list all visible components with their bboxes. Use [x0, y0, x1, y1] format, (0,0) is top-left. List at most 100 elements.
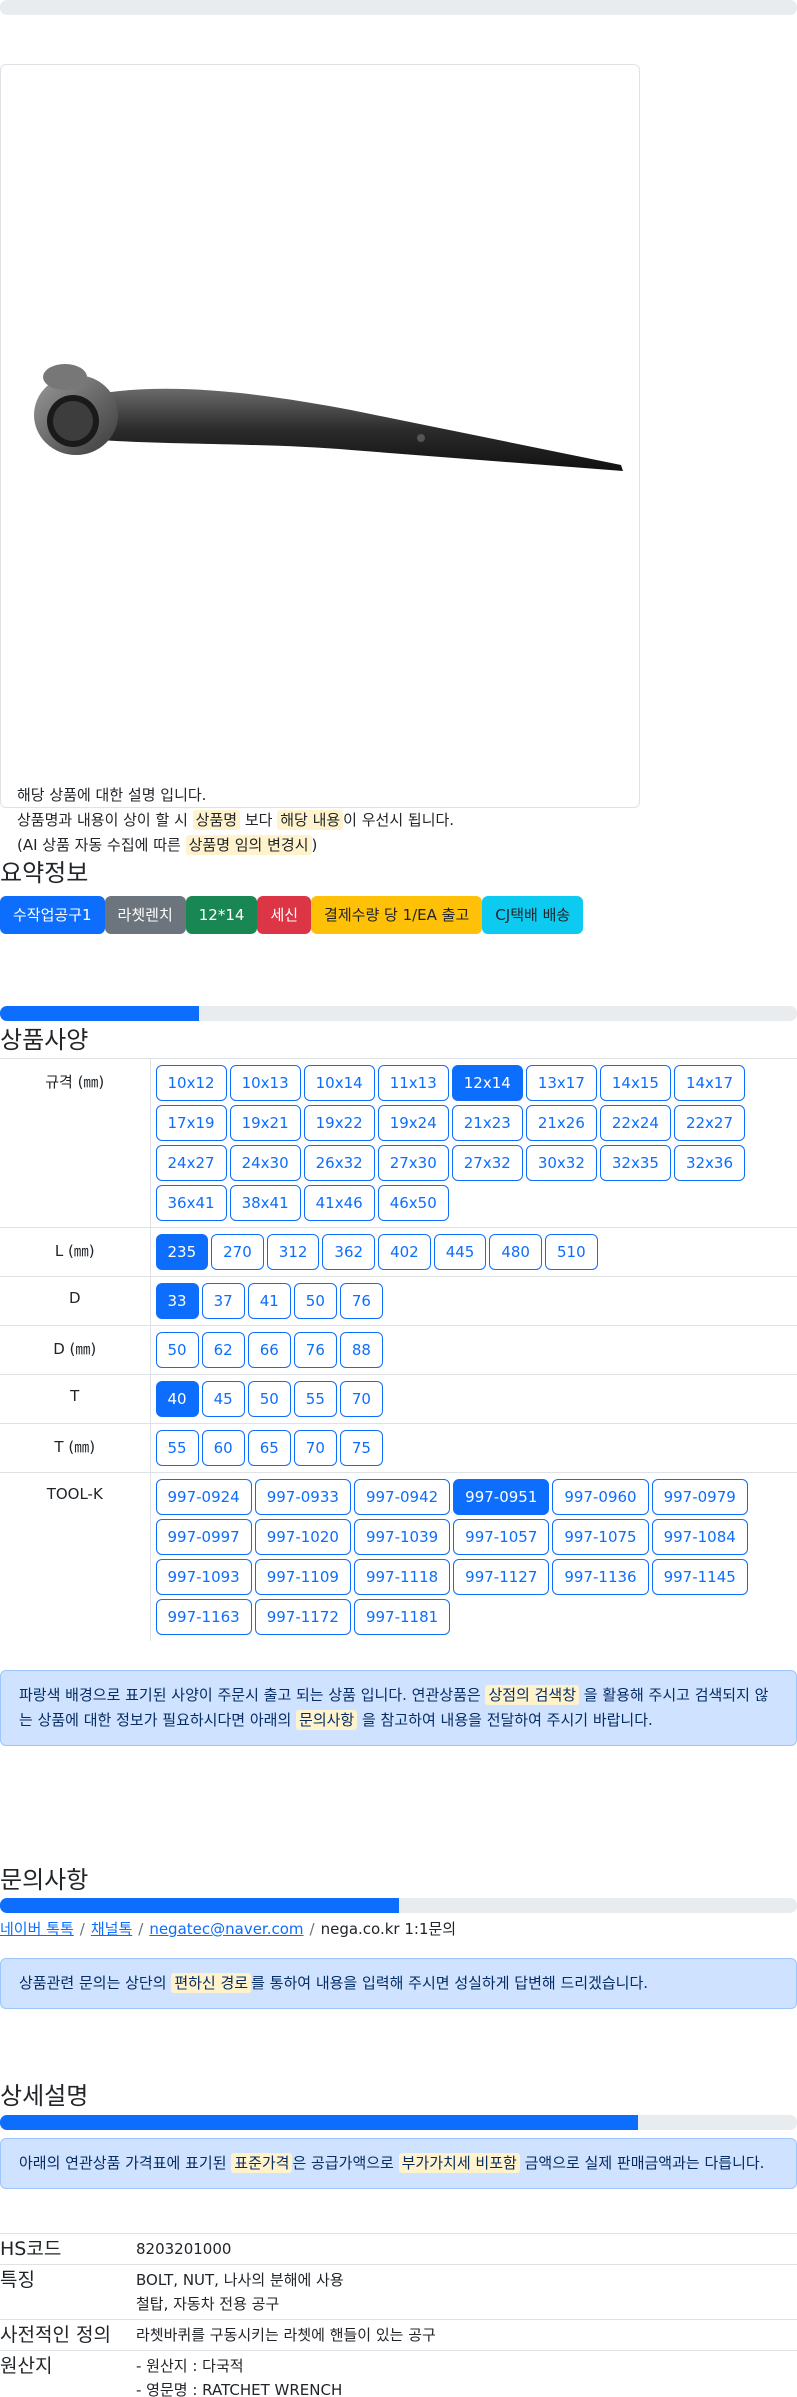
- spec-option-button[interactable]: 997-0997: [155, 1519, 252, 1555]
- spec-option-button[interactable]: 997-1084: [651, 1519, 748, 1555]
- spec-option-button[interactable]: 75: [339, 1430, 383, 1466]
- spec-title: 상품사양: [0, 1026, 89, 1054]
- spec-option-button[interactable]: 50: [247, 1381, 291, 1417]
- spec-option-button[interactable]: 88: [339, 1332, 383, 1368]
- spec-option-button[interactable]: 17x19: [155, 1105, 227, 1141]
- spec-option-button[interactable]: 41x46: [303, 1185, 375, 1221]
- spec-option-button[interactable]: 997-1145: [651, 1559, 748, 1595]
- spec-option-button[interactable]: 997-1057: [453, 1519, 550, 1555]
- spec-notice: 파랑색 배경으로 표기된 사양이 주문시 출고 되는 상품 입니다. 연관상품은…: [0, 1670, 797, 1746]
- inquiry-link[interactable]: negatec@naver.com: [149, 1920, 303, 1938]
- spec-option-button[interactable]: 11x13: [377, 1065, 449, 1101]
- spec-option-button[interactable]: 997-1093: [155, 1559, 252, 1595]
- inquiry-link[interactable]: 채널톡: [91, 1920, 132, 1938]
- spec-option-button[interactable]: 997-1127: [453, 1559, 550, 1595]
- spec-option-button[interactable]: 22x24: [599, 1105, 671, 1141]
- spec-option-button[interactable]: 997-1118: [353, 1559, 451, 1595]
- spec-option-button[interactable]: 10x13: [229, 1065, 301, 1101]
- info-row: 사전적인 정의 라쳇바퀴를 구동시키는 라쳇에 핸들이 있는 공구: [0, 2319, 797, 2351]
- spec-option-button[interactable]: 997-1181: [353, 1599, 451, 1635]
- spec-option-button[interactable]: 33: [155, 1283, 199, 1319]
- spec-option-button[interactable]: 45: [201, 1381, 245, 1417]
- summary-badge: 세신: [257, 896, 312, 934]
- detail-title: 상세설명: [0, 2082, 89, 2110]
- spec-option-button[interactable]: 312: [266, 1234, 320, 1270]
- spec-option-button[interactable]: 997-0951: [453, 1479, 550, 1515]
- spec-option-button[interactable]: 46x50: [377, 1185, 449, 1221]
- spec-option-button[interactable]: 24x27: [155, 1145, 227, 1181]
- highlight-text: 해당 내용: [277, 810, 344, 830]
- spec-option-button[interactable]: 21x23: [451, 1105, 523, 1141]
- spec-option-button[interactable]: 19x21: [229, 1105, 301, 1141]
- highlight-text: 표준가격: [231, 2153, 293, 2173]
- spec-option-button[interactable]: 997-1172: [254, 1599, 351, 1635]
- breadcrumb-separator: /: [309, 1920, 315, 1938]
- spec-option-button[interactable]: 27x30: [377, 1145, 449, 1181]
- spec-option-button[interactable]: 66: [247, 1332, 291, 1368]
- spec-option-button[interactable]: 235: [155, 1234, 209, 1270]
- spec-option-button[interactable]: 13x17: [525, 1065, 597, 1101]
- spec-option-button[interactable]: 10x14: [303, 1065, 375, 1101]
- spec-option-button[interactable]: 62: [201, 1332, 245, 1368]
- spec-option-button[interactable]: 50: [155, 1332, 199, 1368]
- spec-option-button[interactable]: 997-0979: [651, 1479, 748, 1515]
- spec-option-button[interactable]: 40: [155, 1381, 199, 1417]
- spec-option-button[interactable]: 24x30: [229, 1145, 301, 1181]
- spec-option-button[interactable]: 55: [155, 1430, 199, 1466]
- spec-option-button[interactable]: 14x17: [673, 1065, 745, 1101]
- spec-option-button[interactable]: 14x15: [599, 1065, 671, 1101]
- info-value-line: - 영문명 : RATCHET WRENCH: [136, 2381, 343, 2397]
- spec-option-button[interactable]: 12x14: [451, 1065, 523, 1101]
- spec-option-button[interactable]: 445: [433, 1234, 487, 1270]
- spec-option-button[interactable]: 50: [293, 1283, 337, 1319]
- spec-option-button[interactable]: 36x41: [155, 1185, 227, 1221]
- spec-option-button[interactable]: 362: [322, 1234, 376, 1270]
- spec-option-button[interactable]: 70: [293, 1430, 337, 1466]
- spec-option-button[interactable]: 60: [201, 1430, 245, 1466]
- spec-option-button[interactable]: 997-1039: [353, 1519, 451, 1555]
- spec-option-button[interactable]: 26x32: [303, 1145, 375, 1181]
- spec-option-button[interactable]: 30x32: [525, 1145, 597, 1181]
- spec-option-button[interactable]: 70: [339, 1381, 383, 1417]
- spec-option-button[interactable]: 38x41: [229, 1185, 301, 1221]
- spec-option-button[interactable]: 21x26: [525, 1105, 597, 1141]
- product-card: 해당 상품에 대한 설명 입니다. 상품명과 내용이 상이 할 시 상품명 보다 …: [0, 64, 640, 855]
- spec-option-button[interactable]: 76: [293, 1332, 337, 1368]
- spec-option-button[interactable]: 19x22: [303, 1105, 375, 1141]
- text-segment: 보다: [240, 811, 278, 829]
- spec-options: 997-0924 997-0933 997-0942 997-0951 997-0960…: [149, 1472, 797, 1641]
- spec-option-button[interactable]: 10x12: [155, 1065, 227, 1101]
- ratchet-wrench-image: [34, 364, 623, 471]
- spec-option-button[interactable]: 997-1109: [254, 1559, 351, 1595]
- spec-row: 규격 (㎜) 10x12 10x13 10x14 11x13 12x14 13x17 14x1…: [0, 1058, 797, 1228]
- spec-option-button[interactable]: 37: [201, 1283, 245, 1319]
- spec-option-button[interactable]: 997-0960: [552, 1479, 649, 1515]
- spec-option-button[interactable]: 27x32: [451, 1145, 523, 1181]
- spec-options: 40 45 50 55 70: [149, 1374, 797, 1424]
- spec-option-button[interactable]: 19x24: [377, 1105, 449, 1141]
- spec-option-button[interactable]: 997-1136: [552, 1559, 649, 1595]
- spec-option-button[interactable]: 510: [544, 1234, 598, 1270]
- spec-options: 235 270 312 362 402 445 480 510: [149, 1227, 797, 1277]
- spec-option-button[interactable]: 480: [489, 1234, 542, 1270]
- spec-option-button[interactable]: 32x36: [673, 1145, 745, 1181]
- spec-option-button[interactable]: 997-1163: [155, 1599, 252, 1635]
- spec-row: T 40 45 50 55 70: [0, 1374, 797, 1424]
- spec-option-button[interactable]: 55: [293, 1381, 337, 1417]
- spec-option-button[interactable]: 402: [378, 1234, 431, 1270]
- spec-progress-bar: [0, 1006, 797, 1021]
- spec-option-button[interactable]: 41: [247, 1283, 291, 1319]
- spec-option-button[interactable]: 76: [339, 1283, 383, 1319]
- spec-option-button[interactable]: 32x35: [599, 1145, 671, 1181]
- spec-option-button[interactable]: 997-1075: [552, 1519, 649, 1555]
- spec-option-button[interactable]: 65: [247, 1430, 291, 1466]
- inquiry-link[interactable]: 네이버 톡톡: [0, 1920, 74, 1938]
- spec-option-button[interactable]: 22x27: [673, 1105, 745, 1141]
- top-progress-bar: [0, 0, 797, 15]
- spec-option-button[interactable]: 270: [211, 1234, 264, 1270]
- info-value: - 원산지 : 다국적 - 영문명 : RATCHET WRENCH: [136, 2350, 797, 2397]
- spec-option-button[interactable]: 997-0924: [155, 1479, 252, 1515]
- spec-option-button[interactable]: 997-0933: [254, 1479, 351, 1515]
- spec-option-button[interactable]: 997-0942: [353, 1479, 451, 1515]
- spec-option-button[interactable]: 997-1020: [254, 1519, 351, 1555]
